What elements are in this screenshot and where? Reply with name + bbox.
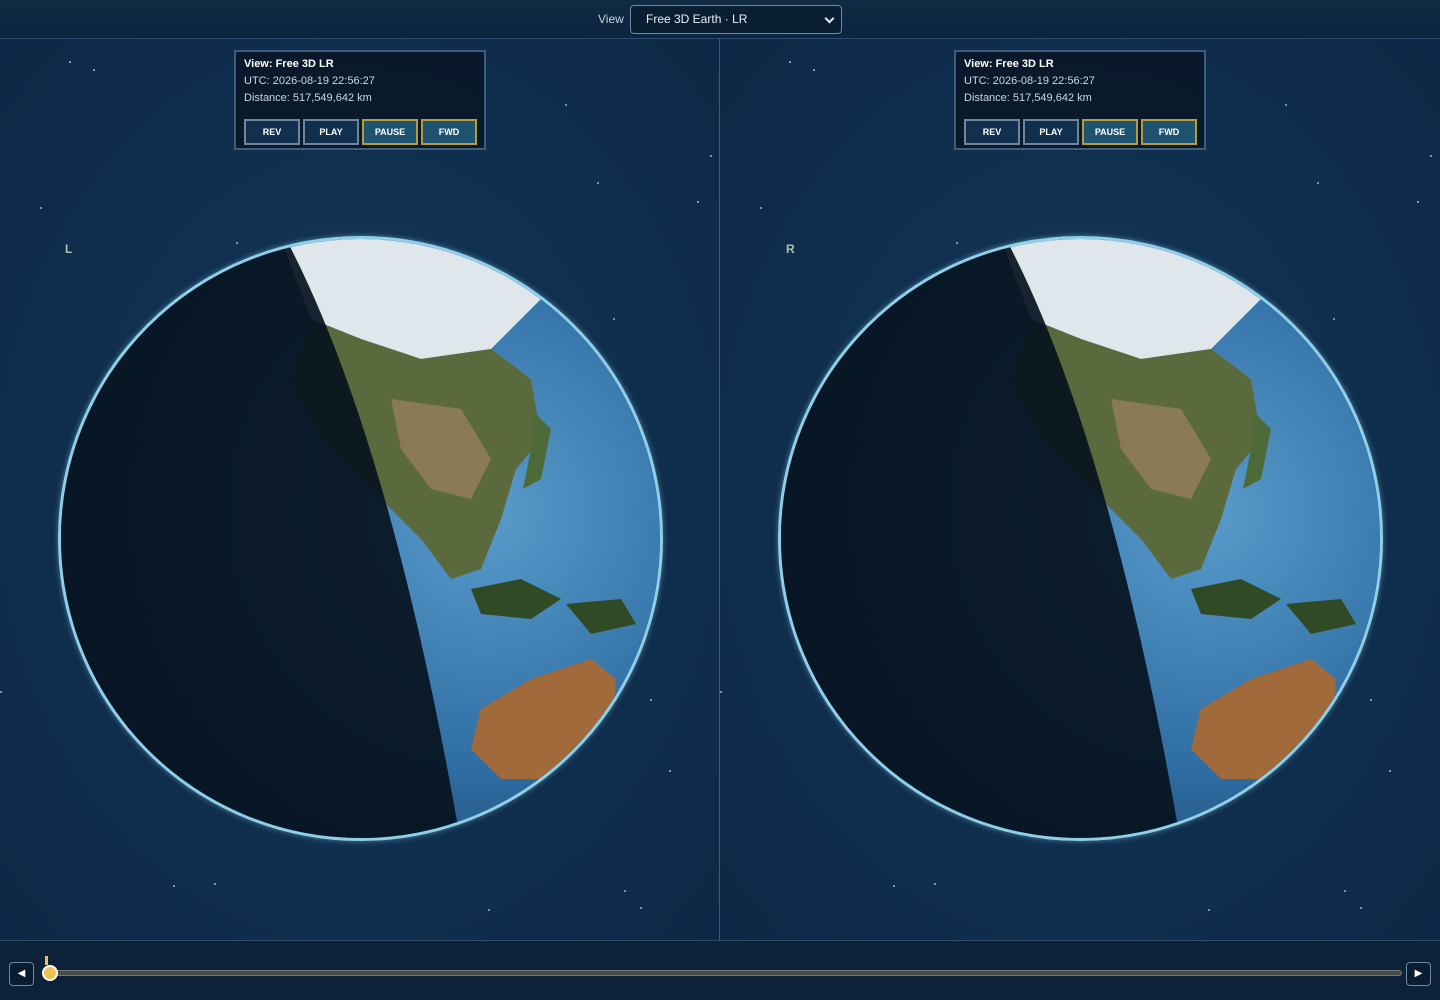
info-title: View: Free 3D LR [964, 58, 1054, 70]
star [956, 242, 958, 244]
star [597, 182, 599, 184]
fwd-button[interactable]: FWD [1141, 119, 1197, 145]
star [624, 890, 626, 892]
star [789, 61, 791, 63]
star [214, 883, 216, 885]
timeline-track[interactable] [50, 970, 1402, 976]
timeline-prev-button[interactable]: ◀ [9, 962, 34, 986]
left-eye-panel[interactable]: L View: Free 3D LR UTC: 2026-08-19 22:56… [0, 39, 720, 940]
eye-label-right: R [786, 242, 795, 256]
rev-button[interactable]: REV [244, 119, 300, 145]
info-distance: Distance: 517,549,642 km [964, 92, 1092, 104]
timeline-thumb[interactable] [42, 965, 58, 981]
info-title: View: Free 3D LR [244, 58, 334, 70]
star [1317, 182, 1319, 184]
star [1360, 907, 1362, 909]
star [565, 104, 567, 106]
star [1389, 770, 1391, 772]
timeline-bar: ◀ ▶ [0, 940, 1440, 1000]
earth-globe-left[interactable] [58, 236, 663, 841]
star [720, 691, 722, 693]
star [1370, 699, 1372, 701]
earth-surface [781, 239, 1380, 838]
earth-globe-right[interactable] [778, 236, 1383, 841]
star [1417, 201, 1419, 203]
top-toolbar: View Free 3D Earth · LR [0, 0, 1440, 39]
info-distance: Distance: 517,549,642 km [244, 92, 372, 104]
star [697, 201, 699, 203]
star [934, 883, 936, 885]
earth-surface [61, 239, 660, 838]
info-box-right: View: Free 3D LR UTC: 2026-08-19 22:56:2… [954, 50, 1206, 150]
timeline-marker [45, 956, 48, 965]
star [488, 909, 490, 911]
star [669, 770, 671, 772]
pause-button[interactable]: PAUSE [362, 119, 418, 145]
fwd-button[interactable]: FWD [421, 119, 477, 145]
star [760, 207, 762, 209]
star [640, 907, 642, 909]
star [40, 207, 42, 209]
star [1333, 318, 1335, 320]
star [93, 69, 95, 71]
star [650, 699, 652, 701]
star [236, 242, 238, 244]
rev-button[interactable]: REV [964, 119, 1020, 145]
timeline-next-button[interactable]: ▶ [1406, 962, 1431, 986]
star [173, 885, 175, 887]
star [613, 318, 615, 320]
view-select-value: Free 3D Earth · LR [646, 12, 748, 26]
star [710, 155, 712, 157]
view-label: View [598, 12, 624, 26]
star [813, 69, 815, 71]
view-select[interactable]: Free 3D Earth · LR [630, 5, 842, 34]
right-eye-panel[interactable]: R View: Free 3D LR UTC: 2026-08-19 22:56… [720, 39, 1440, 940]
info-utc: UTC: 2026-08-19 22:56:27 [964, 75, 1095, 87]
star [893, 885, 895, 887]
star [0, 691, 2, 693]
play-button[interactable]: PLAY [1023, 119, 1079, 145]
pause-button[interactable]: PAUSE [1082, 119, 1138, 145]
star [69, 61, 71, 63]
star [1344, 890, 1346, 892]
eye-label-left: L [65, 242, 73, 256]
info-box-left: View: Free 3D LR UTC: 2026-08-19 22:56:2… [234, 50, 486, 150]
star [1208, 909, 1210, 911]
play-button[interactable]: PLAY [303, 119, 359, 145]
star [1285, 104, 1287, 106]
info-utc: UTC: 2026-08-19 22:56:27 [244, 75, 375, 87]
star [1430, 155, 1432, 157]
chevron-down-icon [824, 13, 835, 24]
